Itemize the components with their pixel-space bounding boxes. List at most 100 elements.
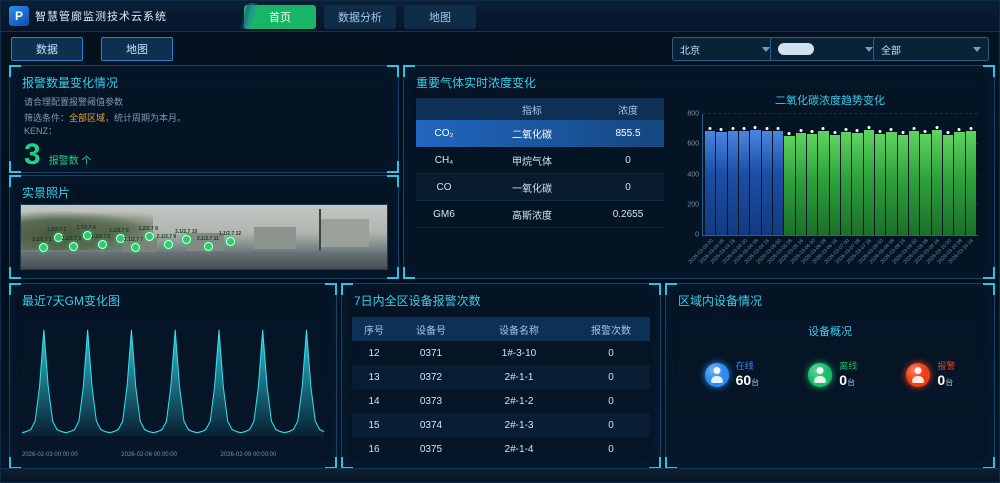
device-status-badge-2: 报警0台	[906, 361, 955, 389]
device-status-title: 区域内设备情况	[666, 284, 994, 313]
table-row[interactable]: 1203711#-3-100	[352, 341, 650, 365]
bar-slot: 2026-03-08 00	[875, 114, 885, 235]
top-bar: P 智慧管廊监测技术云系统 首页数据分析地图	[1, 1, 999, 32]
bar-slot: 2026-03-10 00	[943, 114, 953, 235]
region-select[interactable]: 北京	[672, 37, 778, 61]
device-table: 序号设备号设备名称报警次数 1203711#-3-1001303722#-1-1…	[352, 317, 650, 461]
photo-canvas: 3.1/2.7 1 1.2/2.7 2 2.1/2.7 3 2.7/2.7 4 1.1/…	[20, 204, 388, 270]
bar-slot: 2026-03-08 16	[898, 114, 908, 235]
bar-slot: 2026-03-07 08	[852, 114, 862, 235]
photo-marker-label: 1.1/2.7 12	[219, 231, 241, 237]
data-button[interactable]: 数据	[11, 37, 83, 61]
photo-marker-label: 2.7/2.7 4	[76, 225, 95, 231]
device-col-header-3: 报警次数	[572, 322, 650, 337]
photo-marker-label: 2.1/2.7 9	[157, 234, 176, 240]
photo-road	[21, 252, 387, 269]
gas-table-row[interactable]: CO₂二氧化碳855.5	[416, 120, 664, 147]
table-row[interactable]: 1303722#-1-10	[352, 365, 650, 389]
alarm-panel: 报警数量变化情况 请合理配置报警阈值参数 筛选条件：全部区域，统计周期为本月。 …	[9, 65, 399, 173]
gm-x-label-1: 2026-02-06 00:00:00	[121, 452, 177, 458]
y-tick-label: 0	[695, 232, 699, 239]
table-row[interactable]: 1503742#-1-30	[352, 413, 650, 437]
photo-marker-label: 2.1/2.7 6	[109, 228, 128, 234]
gas-table-body: CO₂二氧化碳855.5CH₄甲烷气体0CO一氧化碳0GM6高斯浓度0.2655	[416, 120, 664, 228]
status-badge: 报警	[937, 361, 955, 372]
gas-table: 指标 浓度 CO₂二氧化碳855.5CH₄甲烷气体0CO一氧化碳0GM6高斯浓度…	[416, 98, 664, 228]
y-tick-label: 600	[687, 141, 699, 148]
co2-bar	[750, 130, 760, 235]
photo-marker[interactable]: 2.1/2.7 9	[164, 240, 173, 249]
photo-marker[interactable]: 1.1/2.7 5	[98, 240, 107, 249]
row-index: 14	[352, 396, 396, 407]
photo-marker[interactable]: 2.1/2.7 11	[204, 242, 213, 251]
co2-bar	[716, 132, 726, 235]
device-col-header-2: 设备名称	[466, 322, 572, 337]
gm-panel-title: 最近7天GM变化图	[10, 284, 336, 313]
tab-1[interactable]: 数据分析	[324, 5, 396, 29]
status-badge: 离线	[839, 361, 857, 372]
device-status-icon-1	[808, 363, 832, 387]
bar-slot: 2026-03-04 00	[739, 114, 749, 235]
gas-value: 855.5	[592, 128, 664, 139]
photo-marker[interactable]: 3.1/2.7 10	[182, 235, 191, 244]
gas-panel-title: 重要气体实时浓度变化	[404, 66, 994, 95]
bar-slot: 2026-03-10 08	[954, 114, 964, 235]
photo-marker-label: 3.1/2.7 1	[32, 237, 51, 243]
bar-slot: 2026-03-08 08	[886, 114, 896, 235]
gas-table-row[interactable]: CH₄甲烷气体0	[416, 147, 664, 174]
device-status-icon-0	[705, 363, 729, 387]
device-select[interactable]: 全部	[873, 37, 989, 61]
gas-code: CO₂	[416, 128, 472, 139]
co2-plot: 02004006008002026-03-03 002026-03-03 082…	[702, 114, 978, 236]
tab-2[interactable]: 地图	[404, 5, 476, 29]
photo-marker[interactable]: 1.2/2.7 8	[145, 232, 154, 241]
device-status-icon-2	[906, 363, 930, 387]
map-button[interactable]: 地图	[101, 37, 173, 61]
chevron-down-icon	[973, 47, 981, 52]
device-name: 2#-1-3	[466, 420, 572, 431]
alarm-count: 0	[572, 396, 650, 407]
gm-x-label-2: 2026-02-09 00:00:00	[221, 452, 277, 458]
photo-marker[interactable]: 1.1/2.7 12	[226, 237, 235, 246]
photo-marker-label: 1.2/2.7 8	[138, 226, 157, 232]
photo-marker[interactable]: 3.1/2.7 7	[131, 243, 140, 252]
device-status-text-2: 报警0台	[937, 361, 955, 389]
device-id: 0373	[396, 396, 466, 407]
bar-slot: 2026-03-03 08	[716, 114, 726, 235]
app-logo: P 智慧管廊监测技术云系统	[9, 6, 167, 26]
device-name: 1#-3-10	[466, 348, 572, 359]
alarm-count: 3	[24, 139, 41, 171]
logo-icon: P	[9, 6, 29, 26]
gm-panel: 最近7天GM变化图 2026-02-03 00:00:002026-02-06 …	[9, 283, 337, 469]
device-col-header-0: 序号	[352, 322, 396, 337]
photo-marker[interactable]: 3.1/2.7 1	[39, 243, 48, 252]
bar-slot: 2026-03-07 16	[864, 114, 874, 235]
gas-table-row[interactable]: CO一氧化碳0	[416, 174, 664, 201]
gm-x-axis: 2026-02-03 00:00:002026-02-06 00:00:0020…	[22, 452, 276, 458]
table-row[interactable]: 1603752#-1-40	[352, 437, 650, 461]
row-index: 15	[352, 420, 396, 431]
device-status-badge-0: 在线60台	[705, 361, 760, 389]
tab-0[interactable]: 首页	[244, 5, 316, 29]
bar-slot: 2026-03-05 16	[796, 114, 806, 235]
table-row[interactable]: 1403732#-1-20	[352, 389, 650, 413]
photo-marker-label: 3.1/2.7 10	[175, 229, 197, 235]
status-value: 0台	[839, 372, 857, 389]
device-status-text-0: 在线60台	[736, 361, 760, 389]
range-select[interactable]	[770, 37, 881, 61]
device-id: 0371	[396, 348, 466, 359]
alarm-note: 筛选条件：全部区域，统计周期为本月。	[10, 111, 398, 124]
photo-marker[interactable]: 2.1/2.7 3	[69, 242, 78, 251]
co2-bar	[886, 132, 896, 235]
region-select-value: 北京	[680, 42, 700, 57]
device-id: 0375	[396, 444, 466, 455]
device-name: 2#-1-4	[466, 444, 572, 455]
gas-value: 0	[592, 182, 664, 193]
alarm-panel-title: 报警数量变化情况	[10, 66, 398, 95]
device-col-header-1: 设备号	[396, 322, 466, 337]
co2-bar	[898, 135, 908, 235]
alarm-note-prefix: 筛选条件：	[24, 113, 69, 123]
co2-bar	[909, 131, 919, 235]
photo-marker-label: 1.2/2.7 2	[47, 227, 66, 233]
gas-table-row[interactable]: GM6高斯浓度0.2655	[416, 201, 664, 228]
